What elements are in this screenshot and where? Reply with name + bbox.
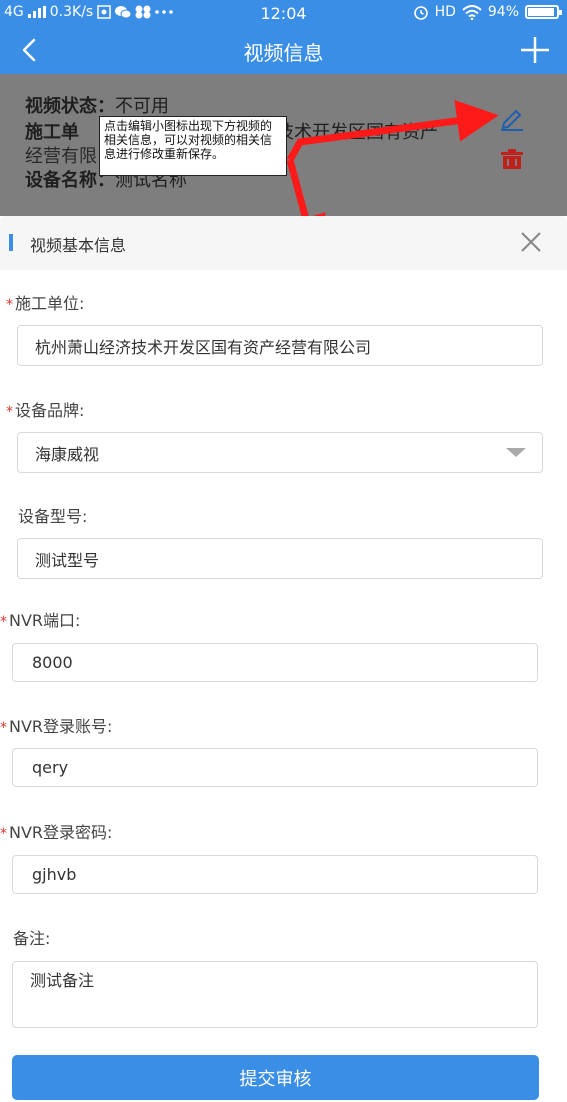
- construction-unit-row: 施工单 技术开发区国有资产: [25, 118, 438, 144]
- remark-textarea[interactable]: 测试备注: [12, 961, 538, 1028]
- unit-field-label: * 施工单位:: [6, 290, 84, 314]
- brand-field-label: * 设备品牌:: [6, 397, 84, 421]
- pencil-icon[interactable]: [498, 107, 526, 131]
- video-status-value: 不可用: [115, 96, 169, 117]
- add-button[interactable]: [517, 34, 553, 66]
- required-mark: *: [6, 297, 13, 313]
- section-accent-bar: [9, 234, 13, 251]
- annotation-callout: 点击编辑小图标出现下方视频的相关信息，可以对视频的相关信息进行修改重新保存。: [99, 116, 287, 176]
- submit-review-button[interactable]: 提交审核: [12, 1055, 539, 1100]
- status-bar: 4G 0.3K/s 12:04 HD 94%: [0, 0, 567, 26]
- nvr-account-input[interactable]: qery: [12, 748, 538, 787]
- battery-fill: [528, 8, 554, 16]
- nvr-port-input[interactable]: 8000: [12, 643, 538, 682]
- title-bar: 视频信息: [0, 26, 567, 74]
- close-icon[interactable]: [518, 229, 544, 255]
- unit-input[interactable]: 杭州萧山经济技术开发区国有资产经营有限公司: [17, 325, 543, 366]
- sheet-header: 视频基本信息: [0, 216, 567, 270]
- nvr-port-field-label: * NVR端口:: [0, 607, 80, 631]
- nvr-password-field-label: * NVR登录密码:: [0, 819, 112, 843]
- required-mark: *: [0, 614, 7, 630]
- required-mark: *: [6, 404, 13, 420]
- unit-label-text: 施工单位:: [15, 294, 85, 313]
- brand-label-text: 设备品牌:: [15, 401, 85, 420]
- sheet-title: 视频基本信息: [30, 236, 127, 255]
- brand-select[interactable]: 海康威视: [17, 432, 543, 473]
- brand-select-value: 海康威视: [35, 444, 100, 464]
- nvr-port-label-text: NVR端口:: [9, 611, 81, 630]
- nvr-account-label-text: NVR登录账号:: [9, 717, 113, 736]
- hd-indicator: HD: [434, 4, 456, 20]
- required-mark: *: [0, 826, 7, 842]
- remark-field-label: 备注:: [13, 929, 51, 948]
- page-title: 视频信息: [243, 41, 324, 65]
- alarm-icon: [413, 6, 428, 20]
- wifi-icon: [462, 4, 482, 20]
- nvr-password-label-text: NVR登录密码:: [9, 823, 113, 842]
- construction-unit-value: 技术开发区国有资产: [276, 122, 438, 143]
- caret-down-icon: [506, 448, 526, 457]
- battery-percent: 94%: [487, 4, 519, 20]
- nvr-account-field-label: * NVR登录账号:: [0, 713, 112, 737]
- battery-icon: [525, 5, 562, 19]
- status-right: HD 94%: [413, 4, 562, 20]
- construction-unit-row-2: 经营有限: [25, 146, 97, 167]
- construction-unit-label: 施工单: [25, 122, 79, 143]
- video-status-row: 视频状态：不可用: [25, 92, 169, 118]
- trash-icon[interactable]: [499, 148, 525, 170]
- nvr-password-input[interactable]: gjhvb: [12, 855, 538, 894]
- video-status-label: 视频状态：: [25, 96, 115, 117]
- model-field-label: 设备型号:: [18, 507, 88, 526]
- model-input[interactable]: 测试型号: [17, 538, 543, 579]
- required-mark: *: [0, 720, 7, 736]
